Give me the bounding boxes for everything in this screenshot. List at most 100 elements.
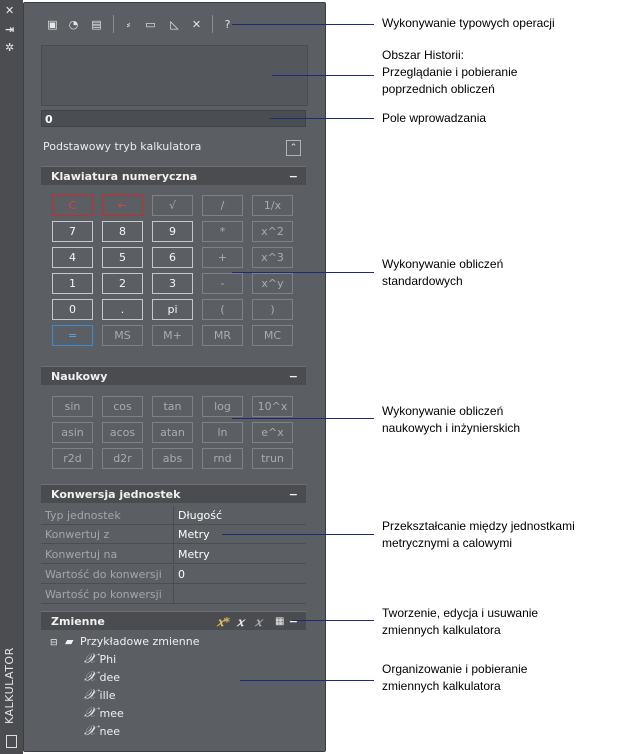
calc-key[interactable]: atan	[152, 422, 193, 443]
calc-key[interactable]: √	[152, 195, 193, 216]
units-row[interactable]: Wartość do konwersji 0	[41, 565, 306, 584]
calc-key[interactable]: r2d	[52, 448, 93, 469]
calc-key[interactable]: C	[52, 195, 93, 216]
clear-history-icon[interactable]: ◔	[67, 18, 80, 31]
calculator-icon[interactable]: ▦	[275, 612, 284, 631]
units-title: Konwersja jednostek	[51, 488, 181, 501]
scientific-title: Naukowy	[51, 370, 108, 383]
variable-item[interactable]: 𝒳 mee	[84, 706, 124, 721]
units-row[interactable]: Wartość po konwersji	[41, 585, 306, 604]
calc-key[interactable]: 1/x	[252, 195, 293, 216]
units-row-value[interactable]: Długość	[178, 506, 222, 525]
close-icon[interactable]: ✕	[5, 5, 14, 17]
calc-key[interactable]: asin	[52, 422, 93, 443]
calc-key[interactable]: /	[202, 195, 243, 216]
calc-key[interactable]: ←	[102, 195, 143, 216]
calc-key[interactable]: .	[102, 299, 143, 320]
calc-key[interactable]: )	[252, 299, 293, 320]
collapse-icon[interactable]: −	[289, 167, 298, 186]
calc-key[interactable]: MR	[202, 325, 243, 346]
autohide-icon[interactable]: ⇥	[5, 24, 14, 36]
angle-icon[interactable]: ◺	[168, 18, 181, 31]
calc-key[interactable]: (	[202, 299, 243, 320]
calc-key[interactable]: 1	[52, 273, 93, 294]
units-row-value[interactable]: 0	[178, 565, 185, 584]
callout-variables-edit: Tworzenie, edycja i usuwanie zmiennych k…	[382, 605, 538, 639]
properties-icon[interactable]: ✲	[5, 42, 14, 54]
calc-key[interactable]: 9	[152, 221, 193, 242]
variable-item[interactable]: 𝒳 ille	[84, 688, 115, 703]
paste-value-icon[interactable]: ▤	[90, 18, 103, 31]
numpad-title: Klawiatura numeryczna	[51, 170, 198, 183]
calc-key[interactable]: acos	[102, 422, 143, 443]
callout-variables-edit-line: Tworzenie, edycja i usuwanie	[382, 606, 539, 620]
callout-standard-line: Wykonywanie obliczeń	[382, 257, 504, 271]
toolbar-separator	[212, 15, 213, 33]
input-box[interactable]: 0	[41, 110, 306, 127]
calc-key[interactable]: ln	[202, 422, 243, 443]
units-row-value[interactable]: Metry	[178, 545, 210, 564]
intersection-icon[interactable]: ✕	[190, 18, 203, 31]
history-area[interactable]	[41, 45, 308, 106]
callout-line	[240, 680, 374, 681]
calc-key[interactable]: 3	[152, 273, 193, 294]
variables-header[interactable]: Zmienne 𝑥* 𝑥 𝑥 ▦ −	[41, 611, 306, 630]
calc-key[interactable]: 2	[102, 273, 143, 294]
calc-key[interactable]: x^y	[252, 273, 293, 294]
calc-key[interactable]: +	[202, 247, 243, 268]
calc-key[interactable]: cos	[102, 396, 143, 417]
distance-icon[interactable]: ▭	[144, 18, 157, 31]
variable-item[interactable]: 𝒳 dee	[84, 670, 120, 685]
units-row-value[interactable]: Metry	[178, 525, 210, 544]
calc-key[interactable]: *	[202, 221, 243, 242]
calc-key[interactable]: 4	[52, 247, 93, 268]
calc-key[interactable]: =	[52, 325, 93, 346]
callout-variables-organize-line: Organizowanie i pobieranie	[382, 662, 528, 676]
collapse-icon[interactable]: −	[289, 367, 298, 386]
calc-key[interactable]: e^x	[252, 422, 293, 443]
mode-label: Podstawowy tryb kalkulatora	[43, 140, 202, 153]
calc-key[interactable]: MC	[252, 325, 293, 346]
units-header[interactable]: Konwersja jednostek −	[41, 484, 306, 503]
numpad-header[interactable]: Klawiatura numeryczna −	[41, 166, 306, 185]
scientific-header[interactable]: Naukowy −	[41, 366, 306, 385]
collapse-icon[interactable]: −	[289, 485, 298, 504]
calc-key[interactable]: 0	[52, 299, 93, 320]
edit-variable-icon[interactable]: 𝑥	[237, 613, 244, 632]
calc-key[interactable]: log	[202, 396, 243, 417]
callout-line	[272, 75, 374, 76]
variables-folder[interactable]: ⊟ ▰ Przykładowe zmienne	[50, 635, 200, 650]
calc-key[interactable]: M+	[152, 325, 193, 346]
collapse-icon[interactable]: −	[289, 612, 298, 631]
variable-name: nee	[99, 725, 121, 738]
calc-key[interactable]: 5	[102, 247, 143, 268]
calc-key[interactable]: trun	[252, 448, 293, 469]
clear-icon[interactable]: ▣	[46, 18, 59, 31]
calc-key[interactable]: x^2	[252, 221, 293, 242]
delete-variable-icon[interactable]: 𝑥	[255, 613, 262, 632]
calc-key[interactable]: MS	[102, 325, 143, 346]
variable-item[interactable]: 𝒳 Phi	[84, 652, 116, 667]
calc-key[interactable]: -	[202, 273, 243, 294]
calc-key[interactable]: x^3	[252, 247, 293, 268]
calc-key[interactable]: sin	[52, 396, 93, 417]
calc-key[interactable]: rnd	[202, 448, 243, 469]
new-variable-icon[interactable]: 𝑥*	[217, 613, 230, 632]
units-row[interactable]: Typ jednostek Długość	[41, 506, 306, 525]
calc-key[interactable]: pi	[152, 299, 193, 320]
calc-key[interactable]: tan	[152, 396, 193, 417]
variable-item[interactable]: 𝒳 nee	[84, 724, 120, 739]
get-coordinates-icon[interactable]: ⸗	[122, 18, 135, 31]
callout-input: Pole wprowadzania	[382, 111, 487, 125]
collapse-mode-icon[interactable]: ⌃	[286, 140, 301, 156]
collapse-tree-icon[interactable]: ⊟	[50, 638, 58, 648]
calc-key[interactable]: 8	[102, 221, 143, 242]
callout-line	[232, 272, 374, 273]
calc-key[interactable]: 10^x	[252, 396, 293, 417]
calc-key[interactable]: d2r	[102, 448, 143, 469]
calc-key[interactable]: 7	[52, 221, 93, 242]
calc-key[interactable]: 6	[152, 247, 193, 268]
units-row[interactable]: Konwertuj na Metry	[41, 545, 306, 564]
variable-icon: 𝒳	[84, 651, 97, 667]
calc-key[interactable]: abs	[152, 448, 193, 469]
